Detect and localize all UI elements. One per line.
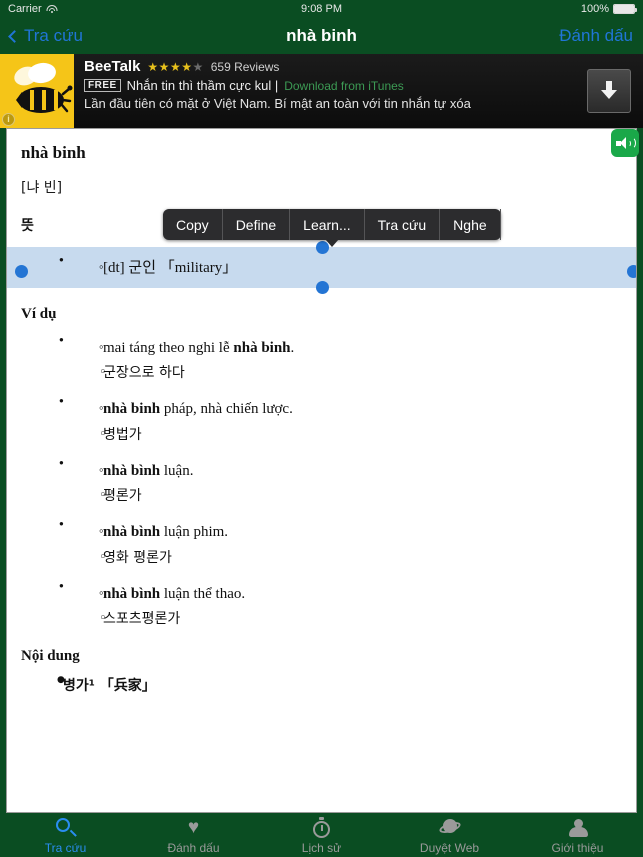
examples-section-heading: Ví dụ — [21, 305, 57, 322]
selected-definition-row[interactable]: [dt] 군인 「military」 — [7, 241, 636, 294]
ad-title-row: BeeTalk ★★★★★ 659 Reviews — [84, 58, 573, 75]
example-vietnamese: mai táng theo nghi lễ nhà binh. — [21, 337, 622, 360]
speaker-volume-icon[interactable] — [611, 129, 639, 157]
battery-percent-label: 100% — [580, 3, 609, 15]
heart-icon: ♥ — [187, 817, 200, 838]
content-section-heading: Nội dung — [21, 648, 80, 664]
selection-handle-left[interactable] — [15, 265, 28, 278]
globe-icon — [407, 816, 493, 840]
tab-duyet-web[interactable]: Duyệt Web — [407, 816, 493, 855]
context-menu-item-learn[interactable]: Learn... — [290, 209, 365, 240]
tab-gioi-thieu[interactable]: Giới thiệu — [535, 816, 621, 855]
example-vietnamese: nhà bình luận thể thao. — [21, 583, 622, 606]
stopwatch-icon — [279, 816, 365, 840]
download-arrow-icon — [600, 81, 618, 101]
context-menu-item-tracuu[interactable]: Tra cứu — [365, 209, 441, 240]
example-vietnamese: nhà bình luận. — [21, 460, 622, 483]
person-icon — [535, 816, 621, 840]
example-korean: 병법가 — [21, 425, 622, 446]
status-bar: Carrier 9:08 PM 100% — [0, 0, 643, 18]
ad-app-title: BeeTalk — [84, 58, 141, 75]
battery-full-icon — [613, 4, 637, 14]
tab-label: Duyệt Web — [419, 840, 480, 855]
tab-label: Đánh dấu — [167, 840, 220, 855]
example-group: mai táng theo nghi lễ nhà binh. 군장으로 하다 — [21, 335, 622, 385]
status-bar-right: 100% — [580, 3, 637, 15]
entry-headword: nhà binh — [21, 143, 86, 162]
ad-download-button[interactable] — [587, 69, 631, 113]
tab-danh-dau[interactable]: ♥ Đánh dấu — [151, 816, 237, 855]
tab-label: Tra cứu — [44, 840, 87, 855]
selection-handle-right[interactable] — [627, 265, 636, 278]
example-group: nhà bình luận. 평론가 — [21, 458, 622, 508]
ad-tagline-row: FREE Nhắn tin thì thầm cực kul | Downloa… — [84, 78, 573, 93]
example-korean: 스포츠평론가 — [21, 609, 622, 630]
search-icon — [23, 816, 109, 840]
navigation-bar: Tra cứu nhà binh Đánh dấu — [0, 18, 643, 54]
example-korean: 군장으로 하다 — [21, 363, 622, 384]
status-bar-clock: 9:08 PM — [301, 3, 342, 15]
beetalk-bee-icon: i — [0, 54, 74, 128]
example-vietnamese: nhà binh pháp, nhà chiến lược. — [21, 398, 622, 421]
selection-handle-bottom[interactable] — [316, 280, 329, 294]
context-menu-item-copy[interactable]: Copy — [163, 209, 223, 240]
example-group: nhà bình luận phim. 영화 평론가 — [21, 519, 622, 569]
tab-tra-cuu[interactable]: Tra cứu — [23, 816, 109, 855]
example-group: nhà binh pháp, nhà chiến lược. 병법가 — [21, 396, 622, 446]
app-root: Carrier 9:08 PM 100% Tra cứu nhà binh Đá… — [0, 0, 643, 857]
ad-price-badge: FREE — [84, 79, 121, 92]
example-korean: 영화 평론가 — [21, 548, 622, 569]
example-group: nhà bình luận thể thao. 스포츠평론가 — [21, 581, 622, 631]
context-menu-item-nghe[interactable]: Nghe — [440, 209, 501, 240]
ad-description: Lần đầu tiên có mặt ở Việt Nam. Bí mật a… — [84, 96, 471, 111]
ad-info-badge[interactable]: i — [2, 113, 15, 126]
ad-banner[interactable]: i BeeTalk ★★★★★ 659 Reviews FREE Nhắn ti… — [0, 54, 643, 128]
text-selection-context-menu[interactable]: Copy Define Learn... Tra cứu Nghe — [163, 209, 501, 247]
tab-label: Lịch sử — [301, 840, 342, 855]
content-list-item: 병가¹ 「兵家」 — [21, 675, 622, 695]
chevron-left-icon — [8, 29, 21, 43]
ad-itunes-link[interactable]: Download from iTunes — [284, 79, 404, 93]
content-list: 병가¹ 「兵家」 — [21, 675, 622, 695]
tab-lich-su[interactable]: Lịch sử — [279, 816, 365, 855]
context-menu-pointer-arrow — [324, 239, 339, 247]
back-button[interactable]: Tra cứu — [8, 26, 83, 46]
entry-pronunciation: [냐 빈] — [21, 180, 63, 196]
page-title: nhà binh — [286, 26, 357, 45]
bookmark-button[interactable]: Đánh dấu — [559, 26, 633, 46]
example-vietnamese: nhà bình luận phim. — [21, 521, 622, 544]
tab-label: Giới thiệu — [551, 840, 604, 855]
context-menu-item-define[interactable]: Define — [223, 209, 291, 240]
ad-tagline: Nhắn tin thì thầm cực kul | — [126, 78, 279, 93]
tab-bar: Tra cứu ♥ Đánh dấu Lịch sử Duyệt Web Giớ… — [0, 813, 643, 857]
example-korean: 평론가 — [21, 486, 622, 507]
ad-text-block: BeeTalk ★★★★★ 659 Reviews FREE Nhắn tin … — [74, 54, 581, 128]
selected-definition-text: [dt] 군인 「military」 — [21, 257, 622, 280]
back-button-label: Tra cứu — [24, 26, 83, 45]
ad-rating-stars: ★★★★★ — [147, 59, 204, 74]
ad-review-count: 659 Reviews — [210, 59, 280, 74]
